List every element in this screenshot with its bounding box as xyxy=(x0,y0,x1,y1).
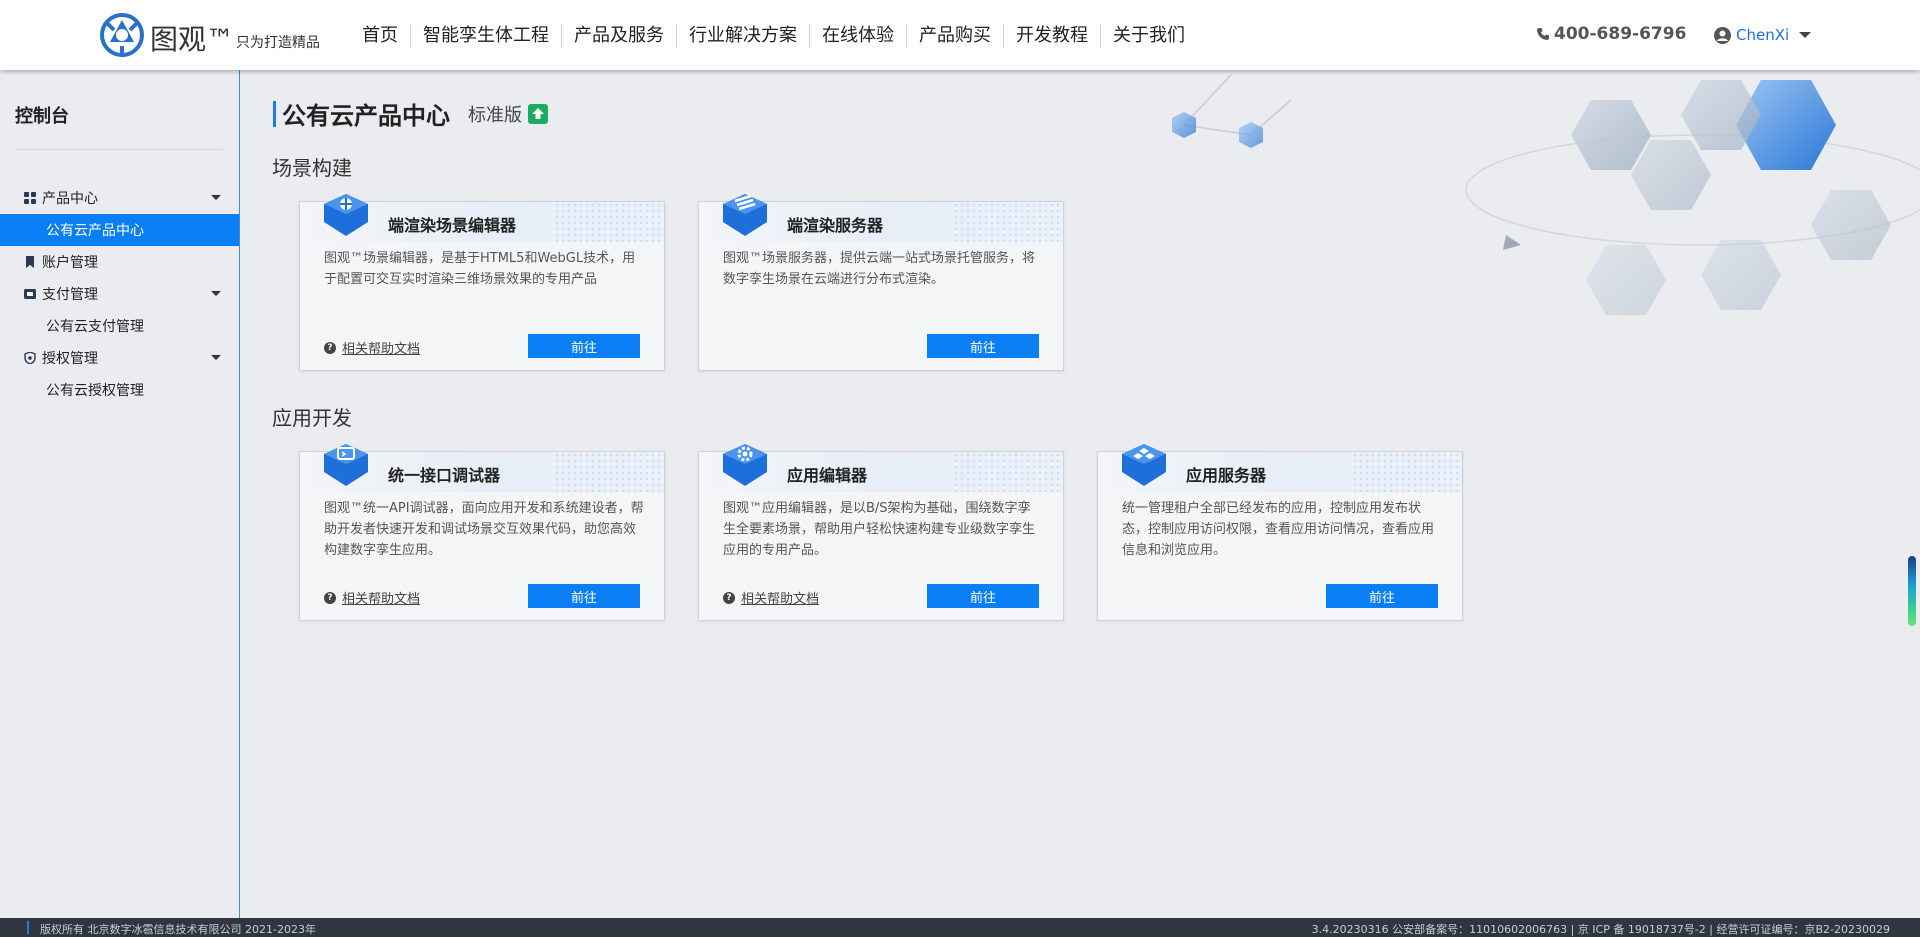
help-docs-link[interactable]: ? 相关帮助文档 xyxy=(324,338,420,357)
floating-scroll-widget[interactable] xyxy=(1908,556,1916,626)
card-description: 图观™场景服务器，提供云端一站式场景托管服务，将数字孪生场景在云端进行分布式渲染… xyxy=(723,251,1036,287)
nav-home[interactable]: 首页 xyxy=(350,24,411,48)
logo-name: 图观™ xyxy=(150,23,235,56)
card-description: 图观™应用编辑器，是以B/S架构为基础，围绕数字孪生全要素场景，帮助用户轻松快速… xyxy=(723,501,1036,558)
sidebar-item-label: 支付管理 xyxy=(42,287,98,303)
phone-icon xyxy=(1537,28,1549,40)
bookmark-icon xyxy=(24,256,36,268)
chevron-down-icon xyxy=(1799,32,1812,38)
edition-label: 标准版 xyxy=(468,104,522,126)
upgrade-button[interactable] xyxy=(528,103,548,124)
card-description: 图观™统一API调试器，面向应用开发和系统建设者，帮助开发者快速开发和调试场景交… xyxy=(324,501,644,558)
go-button[interactable]: 前往 xyxy=(528,334,640,358)
product-card-app-server: 应用服务器 统一管理租户全部已经发布的应用，控制应用发布状态，控制应用访问权限，… xyxy=(1097,444,1463,621)
arrow-up-icon xyxy=(532,107,544,119)
wallet-icon xyxy=(24,288,36,300)
question-circle-icon: ? xyxy=(324,591,336,604)
app-editor-gear-icon xyxy=(723,444,767,486)
server-stack-icon xyxy=(723,194,767,236)
sidebar-item-label: 授权管理 xyxy=(42,351,98,367)
nav-online-demo[interactable]: 在线体验 xyxy=(810,24,907,48)
help-docs-label: 相关帮助文档 xyxy=(342,592,421,607)
sidebar-item-payment[interactable]: 支付管理 xyxy=(0,278,239,310)
card-title: 端渲染场景编辑器 xyxy=(388,216,517,235)
product-card-app-editor: 应用编辑器 图观™应用编辑器，是以B/S架构为基础，围绕数字孪生全要素场景，帮助… xyxy=(698,444,1064,621)
chevron-down-icon xyxy=(211,195,221,200)
grid-icon xyxy=(24,192,36,204)
sidebar-item-authorization[interactable]: 授权管理 xyxy=(0,342,239,374)
question-circle-icon: ? xyxy=(723,591,735,604)
help-docs-label: 相关帮助文档 xyxy=(342,342,421,357)
card-title: 端渲染服务器 xyxy=(787,216,884,235)
main-nav: 首页 智能孪生体工程 产品及服务 行业解决方案 在线体验 产品购买 开发教程 关… xyxy=(350,24,1197,48)
card-title: 应用编辑器 xyxy=(787,466,868,485)
user-name: ChenXi xyxy=(1736,26,1790,44)
nav-purchase[interactable]: 产品购买 xyxy=(907,24,1004,48)
footer-accent-bar xyxy=(27,921,29,934)
help-docs-link[interactable]: ? 相关帮助文档 xyxy=(324,588,420,607)
sidebar-item-public-cloud-payment[interactable]: 公有云支付管理 xyxy=(0,310,239,342)
nav-tutorials[interactable]: 开发教程 xyxy=(1004,24,1101,48)
logo[interactable]: 图观™ 只为打造精品 xyxy=(98,12,320,58)
footer-copyright: 版权所有 北京数字冰雹信息技术有限公司 2021-2023年 xyxy=(40,923,316,936)
nav-industry-solutions[interactable]: 行业解决方案 xyxy=(677,24,810,48)
sidebar-item-label: 账户管理 xyxy=(42,255,98,271)
logo-slogan: 只为打造精品 xyxy=(236,35,321,51)
product-card-render-server: 端渲染服务器 图观™场景服务器，提供云端一站式场景托管服务，将数字孪生场景在云端… xyxy=(698,194,1064,371)
card-title: 应用服务器 xyxy=(1186,466,1267,485)
card-title: 统一接口调试器 xyxy=(388,466,501,485)
section-title-scene-building: 场景构建 xyxy=(272,156,352,180)
footer: 版权所有 北京数字冰雹信息技术有限公司 2021-2023年 3.4.20230… xyxy=(0,918,1920,937)
shield-icon xyxy=(24,352,36,364)
user-menu[interactable]: ChenXi xyxy=(1714,26,1812,44)
go-button[interactable]: 前往 xyxy=(1326,584,1438,608)
sidebar-item-public-cloud-products[interactable]: 公有云产品中心 xyxy=(0,214,239,246)
divider xyxy=(15,149,223,150)
go-button[interactable]: 前往 xyxy=(528,584,640,608)
sidebar-item-account[interactable]: 账户管理 xyxy=(0,246,239,278)
title-accent-bar xyxy=(273,100,276,127)
sidebar-item-label: 产品中心 xyxy=(42,191,98,207)
nav-products-services[interactable]: 产品及服务 xyxy=(562,24,677,48)
sidebar: 控制台 产品中心 公有云产品中心 账户管理 支付管理 公有云支付管理 授权管理 … xyxy=(0,70,240,918)
sidebar-item-product-center[interactable]: 产品中心 xyxy=(0,182,239,214)
product-card-api-debugger: 统一接口调试器 图观™统一API调试器，面向应用开发和系统建设者，帮助开发者快速… xyxy=(299,444,665,621)
scene-editor-icon xyxy=(324,194,368,236)
page-header: 公有云产品中心 标准版 xyxy=(273,96,548,131)
user-avatar-icon xyxy=(1714,26,1731,44)
hotline: 400-689-6796 xyxy=(1536,24,1686,44)
sidebar-menu: 产品中心 公有云产品中心 账户管理 支付管理 公有云支付管理 授权管理 公有云授… xyxy=(0,182,239,406)
logo-mark-icon xyxy=(100,13,144,57)
sidebar-title: 控制台 xyxy=(15,106,69,127)
page-title: 公有云产品中心 xyxy=(282,102,450,130)
phone-number: 400-689-6796 xyxy=(1554,24,1687,44)
question-circle-icon: ? xyxy=(324,341,336,354)
app-server-icon xyxy=(1122,444,1166,486)
section-title-app-development: 应用开发 xyxy=(272,406,352,430)
help-docs-link[interactable]: ? 相关帮助文档 xyxy=(723,588,819,607)
chevron-down-icon xyxy=(211,355,221,360)
footer-icp-info: 3.4.20230316 公安部备案号：11010602006763 | 京 I… xyxy=(1311,923,1890,936)
top-header: 图观™ 只为打造精品 首页 智能孪生体工程 产品及服务 行业解决方案 在线体验 … xyxy=(0,0,1920,70)
help-docs-label: 相关帮助文档 xyxy=(741,592,820,607)
go-button[interactable]: 前往 xyxy=(927,334,1039,358)
sidebar-item-public-cloud-authorization[interactable]: 公有云授权管理 xyxy=(0,374,239,406)
decorative-hexagon-background xyxy=(1172,74,1920,315)
product-card-scene-editor: 端渲染场景编辑器 图观™场景编辑器，是基于HTML5和WebGL技术，用于配置可… xyxy=(299,194,665,371)
card-description: 图观™场景编辑器，是基于HTML5和WebGL技术，用于配置可交互实时渲染三维场… xyxy=(324,251,636,287)
api-debugger-icon xyxy=(324,444,368,486)
go-button[interactable]: 前往 xyxy=(927,584,1039,608)
main-content: 公有云产品中心 标准版 场景构建 端渲染场景编辑器 图观™场景编辑器，是基于HT… xyxy=(241,70,1920,918)
nav-about-us[interactable]: 关于我们 xyxy=(1101,24,1197,48)
nav-digital-twin[interactable]: 智能孪生体工程 xyxy=(411,24,562,48)
card-description: 统一管理租户全部已经发布的应用，控制应用发布状态，控制应用访问权限，查看应用访问… xyxy=(1122,501,1435,558)
chevron-down-icon xyxy=(211,291,221,296)
